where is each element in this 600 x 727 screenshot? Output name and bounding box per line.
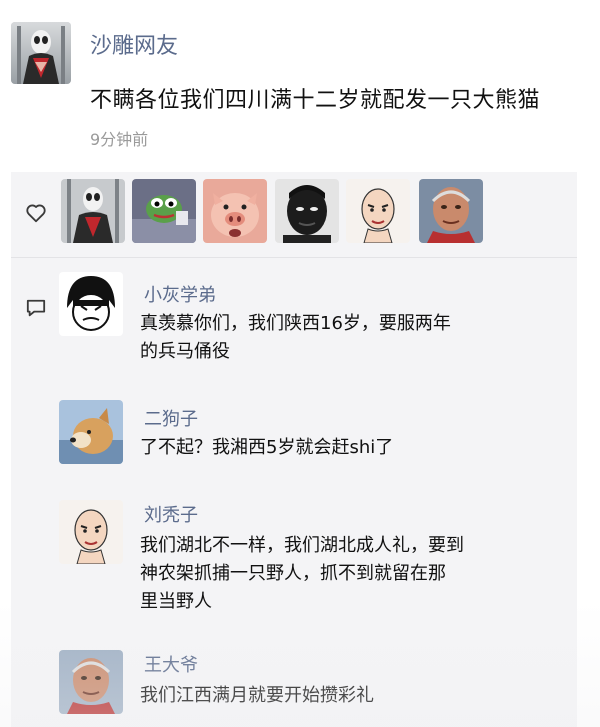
heart-icon [26,204,46,223]
comment-line: 了不起？我湘西5岁就会赶shi了 [140,437,394,458]
like-avatar-spiderman[interactable] [61,179,125,243]
comment-author-1[interactable]: 小灰学弟 [144,281,216,307]
comment-line: 里当野人 [140,591,212,612]
comment-text-4: 我们江西满月就要开始攒彩礼 [140,682,520,710]
comment-icon [26,299,46,317]
comment-avatar-4[interactable] [59,650,123,714]
comment-avatar-1[interactable] [59,272,123,336]
likes-row [11,172,577,256]
comment-line: 的兵马俑役 [140,341,230,362]
like-avatar-pig[interactable] [203,179,267,243]
comment-author-2[interactable]: 二狗子 [144,405,198,431]
like-avatar-dark-face[interactable] [275,179,339,243]
like-avatar-bald-cartoon[interactable] [346,179,410,243]
comment-avatar-3[interactable] [59,500,123,564]
comment-author-3[interactable]: 刘秃子 [144,501,198,527]
comment-text-1: 真羡慕你们，我们陕西16岁，要服两年 的兵马俑役 [140,310,520,366]
comment-avatar-2[interactable] [59,400,123,464]
author-name[interactable]: 沙雕网友 [90,28,178,60]
likes-divider [11,257,577,258]
comment-line: 真羡慕你们，我们陕西16岁，要服两年 [140,313,451,334]
comment-text-3: 我们湖北不一样，我们湖北成人礼，要到 神农架抓捕一只野人，抓不到就留在那 里当野… [140,532,520,616]
post: 沙雕网友 不瞒各位我们四川满十二岁就配发一只大熊猫 9分钟前 [0,0,600,170]
comment-author-4[interactable]: 王大爷 [144,651,198,677]
author-avatar[interactable] [11,22,71,84]
like-avatar-old-man[interactable] [419,179,483,243]
like-avatar-pepe[interactable] [132,179,196,243]
comment-text-2: 了不起？我湘西5岁就会赶shi了 [140,434,520,462]
comment-line: 我们江西满月就要开始攒彩礼 [140,685,374,706]
post-content: 不瞒各位我们四川满十二岁就配发一只大熊猫 [90,88,541,113]
comment-line: 我们湖北不一样，我们湖北成人礼，要到 [140,535,464,556]
comment-line: 神农架抓捕一只野人，抓不到就留在那 [140,563,446,584]
post-time: 9分钟前 [90,130,149,149]
interaction-panel: 小灰学弟 真羡慕你们，我们陕西16岁，要服两年 的兵马俑役 二狗子 了不起？我湘… [11,172,577,727]
